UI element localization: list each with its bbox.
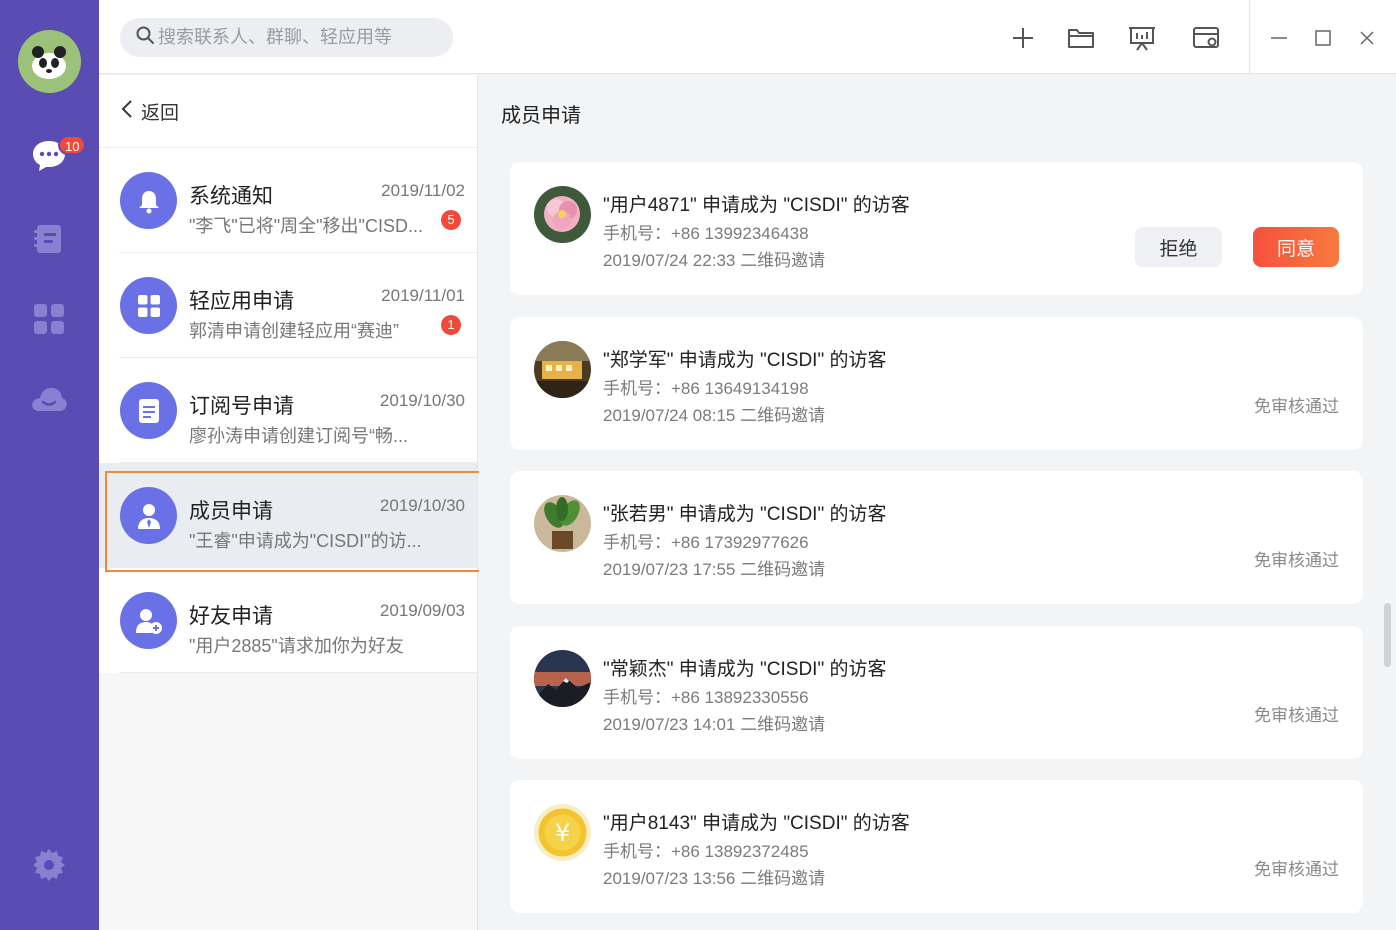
unread-count-badge: 1 <box>441 315 461 335</box>
request-card: ¥ "用户8143" 申请成为 "CISDI" 的访客 手机号：+86 1389… <box>510 780 1363 913</box>
request-time: 2019/07/23 17:55 二维码邀请 <box>603 560 826 579</box>
item-subtitle: 郭清申请创建轻应用“赛迪” <box>189 321 399 341</box>
add-friend-icon <box>120 592 177 649</box>
apps-grid-icon[interactable] <box>30 300 68 338</box>
notification-list-pane: 返回 系统通知 2019/11/02 "李飞"已将"周全"移出"CISD... … <box>99 75 481 930</box>
page-title: 成员申请 <box>501 105 581 127</box>
item-title: 订阅号申请 <box>189 395 294 418</box>
bell-icon <box>120 172 177 229</box>
detail-pane: 成员申请 "用户4871" 申请成为 "CISDI" 的访客 手机号：+86 1… <box>479 75 1396 930</box>
presentation-icon[interactable] <box>1126 22 1158 54</box>
applicant-avatar <box>534 341 591 398</box>
request-card: "用户4871" 申请成为 "CISDI" 的访客 手机号：+86 139923… <box>510 162 1363 295</box>
request-time: 2019/07/23 13:56 二维码邀请 <box>603 869 826 888</box>
chevron-left-icon <box>121 99 133 124</box>
grid-icon <box>120 277 177 334</box>
nav-rail: 10 <box>0 0 99 930</box>
cloud-icon[interactable] <box>30 380 68 418</box>
agree-button[interactable]: 同意 <box>1253 227 1339 267</box>
item-date: 2019/09/03 <box>379 601 465 620</box>
list-item-friend-request[interactable]: 好友申请 2019/09/03 "用户2885"请求加你为好友 <box>99 568 477 673</box>
item-subtitle: "用户2885"请求加你为好友 <box>189 636 404 656</box>
item-title: 系统通知 <box>189 185 273 208</box>
approval-status: 免审核通过 <box>1254 706 1339 725</box>
request-phone: 手机号：+86 17392977626 <box>603 533 809 552</box>
request-card: "常颖杰" 申请成为 "CISDI" 的访客 手机号：+86 138923305… <box>510 626 1363 759</box>
item-subtitle: "李飞"已将"周全"移出"CISD... <box>189 216 423 236</box>
contacts-book-icon[interactable] <box>30 220 68 258</box>
item-title: 好友申请 <box>189 605 273 628</box>
request-phone: 手机号：+86 13892372485 <box>603 842 809 861</box>
document-icon <box>120 382 177 439</box>
scrollbar-thumb[interactable] <box>1384 603 1391 667</box>
request-card: "张若男" 申请成为 "CISDI" 的访客 手机号：+86 173929776… <box>510 471 1363 604</box>
request-title: "用户8143" 申请成为 "CISDI" 的访客 <box>603 813 910 834</box>
request-time: 2019/07/23 14:01 二维码邀请 <box>603 715 826 734</box>
list-item-system-notice[interactable]: 系统通知 2019/11/02 "李飞"已将"周全"移出"CISD... 5 <box>99 148 477 253</box>
request-title: "常颖杰" 申请成为 "CISDI" 的访客 <box>603 659 887 680</box>
add-icon[interactable] <box>1007 22 1039 54</box>
approval-status: 免审核通过 <box>1254 397 1339 416</box>
unread-count-badge: 5 <box>441 210 461 230</box>
minimize-icon[interactable] <box>1265 24 1293 52</box>
request-card: "郑学军" 申请成为 "CISDI" 的访客 手机号：+86 136491341… <box>510 317 1363 450</box>
back-label: 返回 <box>141 102 180 124</box>
reject-button[interactable]: 拒绝 <box>1135 227 1222 267</box>
list-item-subscription-request[interactable]: 订阅号申请 2019/10/30 廖孙涛申请创建订阅号“畅... <box>99 358 477 463</box>
list-item-app-request[interactable]: 轻应用申请 2019/11/01 郭清申请创建轻应用“赛迪” 1 <box>99 253 477 358</box>
approval-status: 免审核通过 <box>1254 551 1339 570</box>
divider <box>119 672 477 673</box>
settings-gear-icon[interactable] <box>30 846 68 884</box>
unread-badge: 10 <box>58 135 87 155</box>
svg-text:¥: ¥ <box>555 819 570 847</box>
item-date: 2019/10/30 <box>379 496 465 515</box>
request-title: "用户4871" 申请成为 "CISDI" 的访客 <box>603 195 910 216</box>
search-box[interactable] <box>120 18 453 57</box>
list-item-member-request[interactable]: 成员申请 2019/10/30 "王睿"申请成为"CISDI"的访... <box>99 463 477 568</box>
applicant-avatar <box>534 495 591 552</box>
maximize-icon[interactable] <box>1309 24 1337 52</box>
request-phone: 手机号：+86 13992346438 <box>603 224 809 243</box>
request-phone: 手机号：+86 13892330556 <box>603 688 809 707</box>
applicant-avatar <box>534 186 591 243</box>
window-settings-icon[interactable] <box>1190 22 1222 54</box>
item-subtitle: 廖孙涛申请创建订阅号“畅... <box>189 426 408 446</box>
user-avatar[interactable] <box>18 30 81 93</box>
applicant-avatar <box>534 650 591 707</box>
folder-icon[interactable] <box>1065 22 1097 54</box>
item-date: 2019/10/30 <box>379 391 465 410</box>
top-bar <box>99 0 1396 74</box>
member-icon <box>120 487 177 544</box>
search-icon <box>136 26 154 49</box>
item-title: 轻应用申请 <box>189 290 294 313</box>
toolbar-divider <box>1249 0 1250 74</box>
close-icon[interactable] <box>1353 24 1381 52</box>
item-date: 2019/11/01 <box>381 286 465 305</box>
request-time: 2019/07/24 22:33 二维码邀请 <box>603 251 826 270</box>
applicant-avatar: ¥ <box>534 804 591 861</box>
request-title: "张若男" 申请成为 "CISDI" 的访客 <box>603 504 887 525</box>
item-date: 2019/11/02 <box>381 181 465 200</box>
request-time: 2019/07/24 08:15 二维码邀请 <box>603 406 826 425</box>
item-subtitle: "王睿"申请成为"CISDI"的访... <box>189 531 422 551</box>
search-input[interactable] <box>158 27 448 48</box>
approval-status: 免审核通过 <box>1254 860 1339 879</box>
item-title: 成员申请 <box>189 500 273 523</box>
request-phone: 手机号：+86 13649134198 <box>603 379 809 398</box>
request-title: "郑学军" 申请成为 "CISDI" 的访客 <box>603 350 887 371</box>
back-button[interactable]: 返回 <box>99 75 477 148</box>
